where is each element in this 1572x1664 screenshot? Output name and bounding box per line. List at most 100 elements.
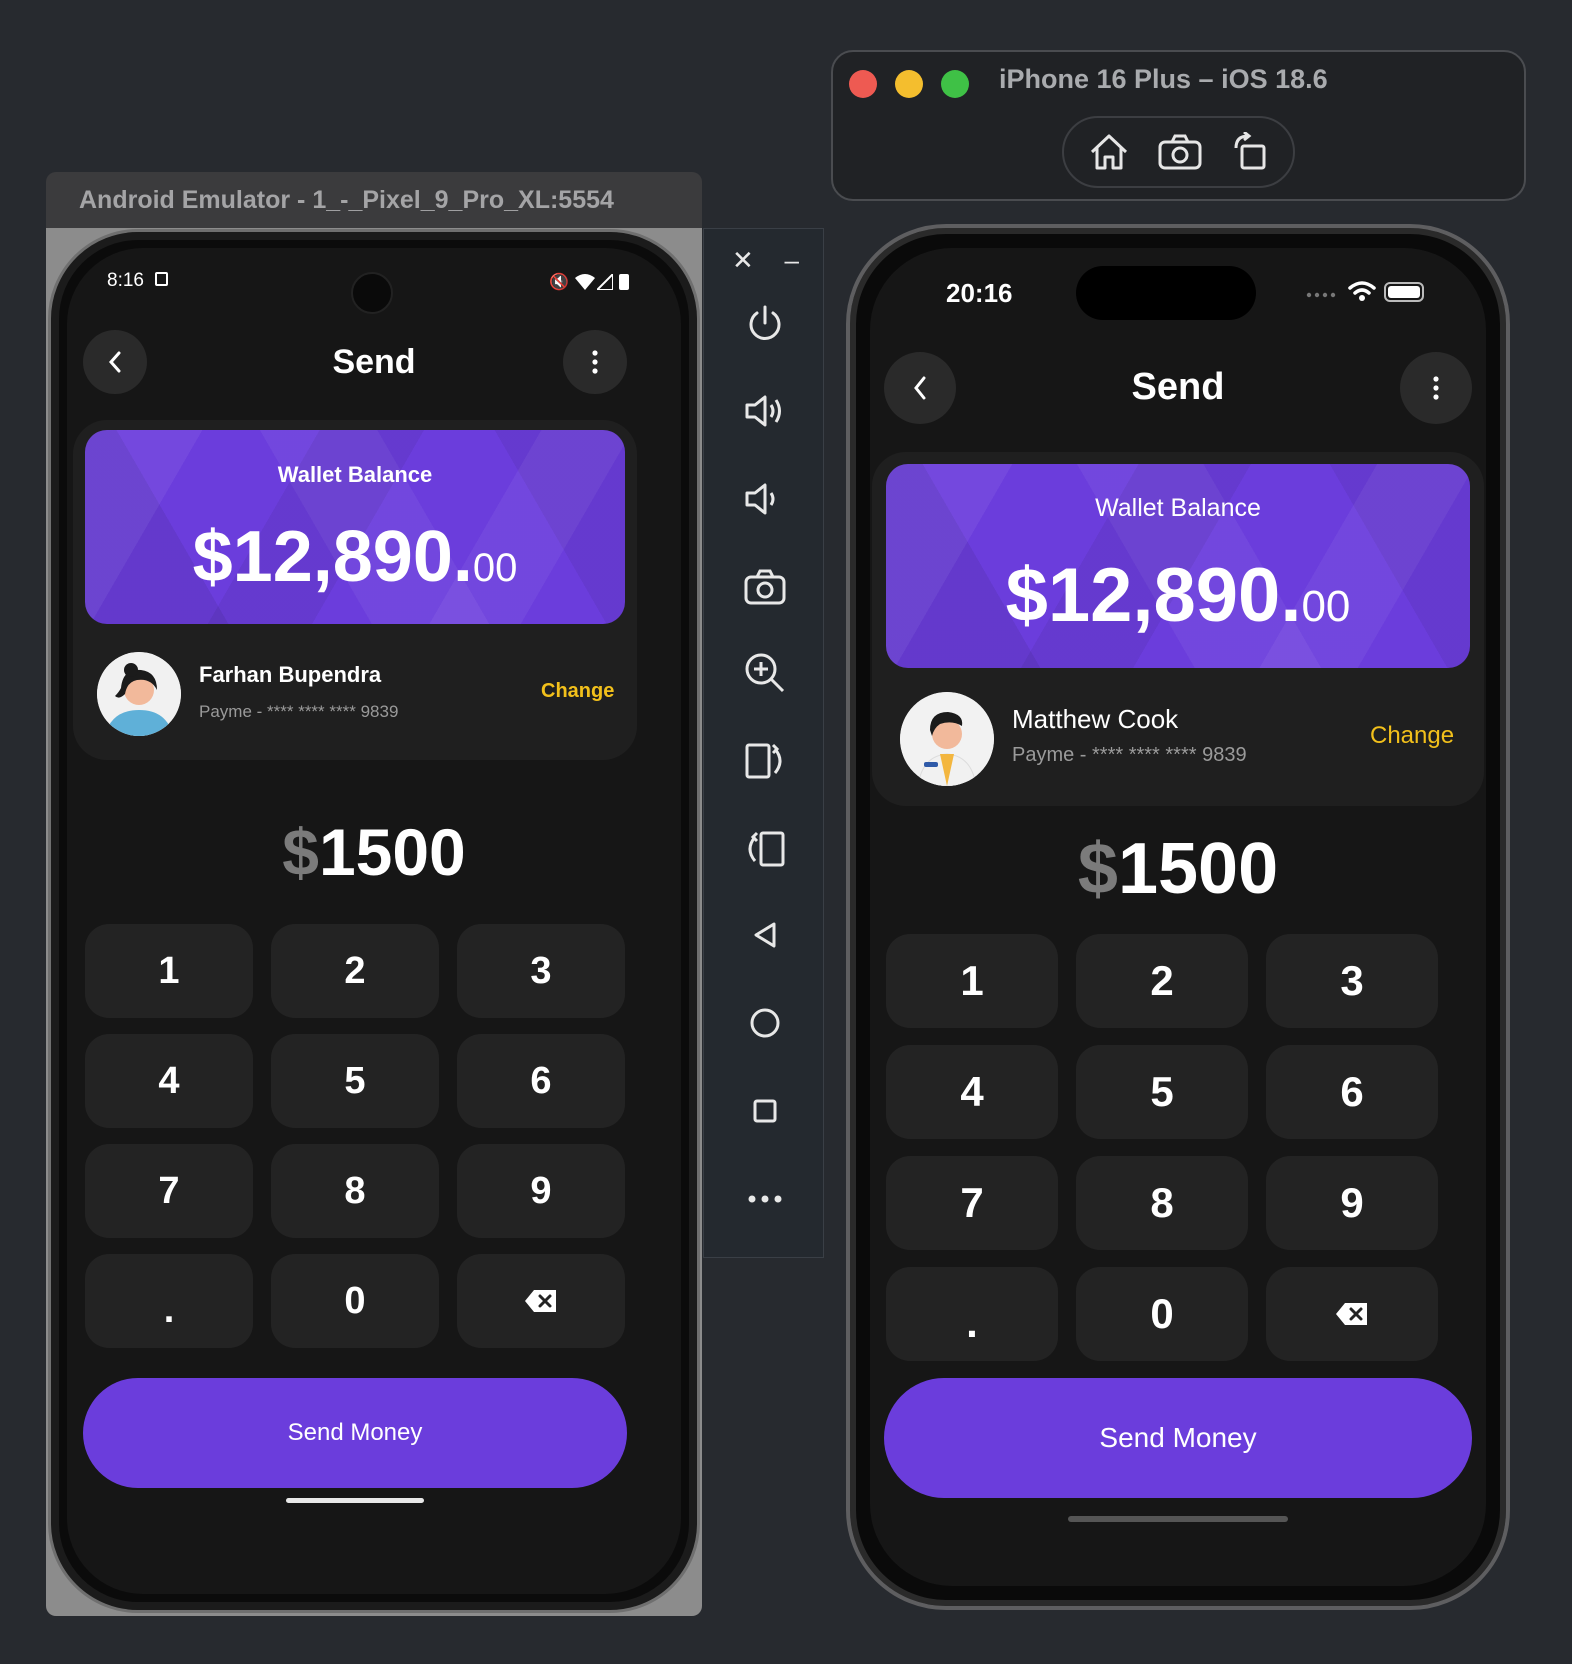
- send-money-button[interactable]: Send Money: [83, 1378, 627, 1488]
- key-2-label: 2: [1150, 957, 1174, 1004]
- key-3[interactable]: 3: [1266, 934, 1438, 1028]
- battery-icon: [1384, 282, 1424, 302]
- home-icon[interactable]: [1088, 132, 1130, 172]
- wallet-balance-amount: $12,890.00: [886, 552, 1470, 639]
- nav-overview-button[interactable]: [704, 1081, 825, 1141]
- back-icon: [754, 922, 775, 948]
- key-1[interactable]: 1: [886, 934, 1058, 1028]
- wallet-balance-card: Wallet Balance $12,890.00: [85, 430, 625, 624]
- nav-home-button[interactable]: [704, 993, 825, 1053]
- wallet-card-container: Wallet Balance $12,890.00 Farhan Bupendr…: [73, 420, 637, 760]
- overview-icon: [753, 1099, 776, 1123]
- android-status-time: 8:16: [107, 270, 144, 291]
- close-window-button[interactable]: [849, 70, 877, 98]
- zoom-button[interactable]: [704, 643, 825, 703]
- screenshot-icon[interactable]: [1157, 132, 1203, 172]
- key-6-label: 6: [1340, 1068, 1364, 1115]
- key-8[interactable]: 8: [1076, 1156, 1248, 1250]
- camera-icon: [744, 569, 785, 605]
- signal-icon: [1306, 292, 1336, 298]
- battery-icon: [619, 274, 629, 290]
- backspace-key[interactable]: [1266, 1267, 1438, 1361]
- key-3-label: 3: [530, 949, 552, 992]
- amount-value: 1500: [1117, 829, 1279, 909]
- volume-down-icon: [745, 483, 774, 515]
- nav-back-button[interactable]: [704, 905, 825, 965]
- key-0[interactable]: 0: [271, 1254, 439, 1348]
- ios-window-title: iPhone 16 Plus – iOS 18.6: [999, 64, 1328, 94]
- home-icon: [750, 1008, 779, 1038]
- emulator-side-toolbar: ✕ –: [703, 228, 824, 1258]
- key-5[interactable]: 5: [271, 1034, 439, 1128]
- send-money-button[interactable]: Send Money: [884, 1378, 1472, 1498]
- key-6[interactable]: 6: [1266, 1045, 1438, 1139]
- signal-icon: [597, 274, 613, 290]
- wifi-icon: [1348, 281, 1376, 301]
- key-4-label: 4: [960, 1068, 984, 1115]
- key-2[interactable]: 2: [1076, 934, 1248, 1028]
- change-recipient-button[interactable]: Change: [541, 680, 614, 703]
- key-4-label: 4: [158, 1059, 180, 1102]
- backspace-key[interactable]: [457, 1254, 625, 1348]
- key-0-label: 0: [344, 1279, 366, 1322]
- recipient-name: Farhan Bupendra: [199, 662, 382, 687]
- key-4[interactable]: 4: [85, 1034, 253, 1128]
- avatar-illustration: [900, 692, 994, 786]
- key-0[interactable]: 0: [1076, 1267, 1248, 1361]
- key-4[interactable]: 4: [886, 1045, 1058, 1139]
- minimize-window-button[interactable]: [895, 70, 923, 98]
- rotate-icon[interactable]: [1230, 132, 1270, 172]
- key-7[interactable]: 7: [85, 1144, 253, 1238]
- key-3[interactable]: 3: [457, 924, 625, 1018]
- decimal-key[interactable]: .: [85, 1254, 253, 1348]
- decimal-key-label: .: [966, 1299, 978, 1346]
- change-recipient-button[interactable]: Change: [1370, 722, 1454, 750]
- notification-icon: [155, 272, 168, 286]
- key-3-label: 3: [1340, 957, 1364, 1004]
- rotate-left-icon: [745, 743, 781, 779]
- decimal-key[interactable]: .: [886, 1267, 1058, 1361]
- avatar-illustration: [97, 652, 181, 736]
- more-options-button[interactable]: [563, 330, 627, 394]
- close-icon[interactable]: ✕: [732, 245, 754, 277]
- android-phone: 8:16 🔇 Send Wallet Balance $12,890.00 Fa…: [48, 229, 700, 1613]
- android-screen: 8:16 🔇 Send Wallet Balance $12,890.00 Fa…: [67, 248, 681, 1594]
- minimize-icon[interactable]: –: [785, 245, 799, 277]
- android-window-title: Android Emulator - 1_-_Pixel_9_Pro_XL:55…: [46, 172, 702, 228]
- key-7[interactable]: 7: [886, 1156, 1058, 1250]
- recipient-account: Payme - **** **** **** 9839: [199, 702, 399, 721]
- key-6[interactable]: 6: [457, 1034, 625, 1128]
- android-device-frame: 8:16 🔇 Send Wallet Balance $12,890.00 Fa…: [46, 228, 702, 1616]
- recipient-name: Matthew Cook: [1012, 704, 1179, 734]
- key-8-label: 8: [344, 1169, 366, 1212]
- key-7-label: 7: [960, 1179, 984, 1226]
- rotate-right-button[interactable]: [704, 819, 825, 879]
- screenshot-button[interactable]: [704, 557, 825, 617]
- wallet-balance-amount: $12,890.00: [85, 516, 625, 598]
- key-1-label: 1: [158, 949, 180, 992]
- key-0-label: 0: [1150, 1290, 1174, 1337]
- key-9[interactable]: 9: [457, 1144, 625, 1238]
- key-1[interactable]: 1: [85, 924, 253, 1018]
- wallet-balance-label: Wallet Balance: [277, 462, 433, 487]
- more-vertical-icon: [1433, 376, 1439, 400]
- wallet-balance-main: $12,890.: [192, 517, 473, 597]
- more-options-button[interactable]: [1400, 352, 1472, 424]
- wallet-balance-card: Wallet Balance $12,890.00: [886, 464, 1470, 668]
- more-button[interactable]: [704, 1169, 825, 1229]
- key-8[interactable]: 8: [271, 1144, 439, 1238]
- volume-up-button[interactable]: [704, 381, 825, 441]
- rotate-left-button[interactable]: [704, 731, 825, 791]
- ios-screen: 20:16 Send Wallet Balance $12,890.00 Mat…: [870, 248, 1486, 1586]
- key-2[interactable]: 2: [271, 924, 439, 1018]
- zoom-window-button[interactable]: [941, 70, 969, 98]
- amount-display: $1500: [870, 828, 1486, 910]
- currency-symbol: $: [1077, 829, 1118, 909]
- mute-icon: 🔇: [549, 274, 569, 291]
- volume-up-icon: [745, 395, 781, 427]
- key-5[interactable]: 5: [1076, 1045, 1248, 1139]
- page-title: Send: [1131, 366, 1225, 408]
- volume-down-button[interactable]: [704, 469, 825, 529]
- power-button[interactable]: [704, 293, 825, 353]
- key-9[interactable]: 9: [1266, 1156, 1438, 1250]
